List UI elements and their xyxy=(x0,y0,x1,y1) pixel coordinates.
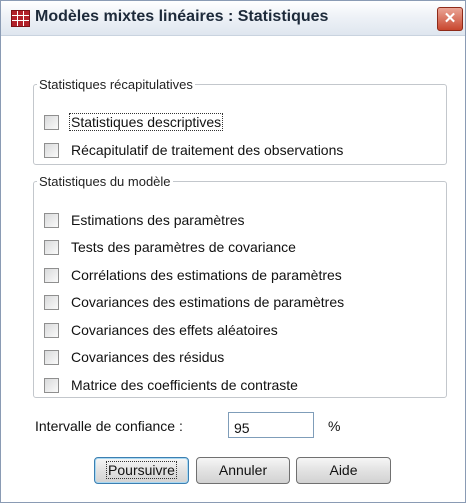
checkbox-icon[interactable] xyxy=(44,349,59,365)
model-statistics-group: Statistiques du modèle Estimations des p… xyxy=(33,174,447,398)
close-icon[interactable]: ✕ xyxy=(437,7,463,31)
contrast-coefficient-matrix-checkbox[interactable]: Matrice des coefficients de contraste xyxy=(44,375,299,395)
window-title: Modèles mixtes linéaires : Statistiques xyxy=(35,8,329,25)
continue-button-label: Poursuivre xyxy=(106,461,177,479)
continue-button[interactable]: Poursuivre xyxy=(94,457,189,484)
checkbox-label: Covariances des estimations de paramètre… xyxy=(71,294,345,310)
checkbox-label: Matrice des coefficients de contraste xyxy=(71,377,298,393)
summary-statistics-group: Statistiques récapitulatives Statistique… xyxy=(33,77,447,165)
checkbox-label: Statistiques descriptives xyxy=(68,113,224,131)
checkbox-label: Estimations des paramètres xyxy=(71,212,245,228)
checkbox-icon[interactable] xyxy=(44,239,59,255)
checkbox-label: Tests des paramètres de covariance xyxy=(71,239,296,255)
cancel-button[interactable]: Annuler xyxy=(196,457,290,484)
checkbox-label: Covariances des effets aléatoires xyxy=(71,322,278,338)
confidence-interval-input[interactable] xyxy=(228,412,314,438)
model-group-legend: Statistiques du modèle xyxy=(39,174,171,189)
cancel-button-label: Annuler xyxy=(218,462,268,478)
percent-unit: % xyxy=(328,418,341,434)
checkbox-icon[interactable] xyxy=(44,142,59,158)
parameter-estimates-checkbox[interactable]: Estimations des paramètres xyxy=(44,210,246,230)
random-effects-covariances-checkbox[interactable]: Covariances des effets aléatoires xyxy=(44,320,279,340)
covariance-parameter-tests-checkbox[interactable]: Tests des paramètres de covariance xyxy=(44,237,297,257)
dialog-body: Statistiques récapitulatives Statistique… xyxy=(1,36,465,502)
dialog-window: Modèles mixtes linéaires : Statistiques … xyxy=(0,0,466,503)
checkbox-icon[interactable] xyxy=(44,114,59,130)
checkbox-label: Corrélations des estimations de paramètr… xyxy=(71,267,342,283)
estimate-covariances-checkbox[interactable]: Covariances des estimations de paramètre… xyxy=(44,292,345,312)
case-processing-summary-checkbox[interactable]: Récapitulatif de traitement des observat… xyxy=(44,140,344,160)
checkbox-label: Récapitulatif de traitement des observat… xyxy=(71,142,344,158)
checkbox-icon[interactable] xyxy=(44,322,59,338)
summary-group-legend: Statistiques récapitulatives xyxy=(39,77,193,92)
residual-covariances-checkbox[interactable]: Covariances des résidus xyxy=(44,347,225,367)
checkbox-icon[interactable] xyxy=(44,212,59,228)
checkbox-icon[interactable] xyxy=(44,377,59,393)
checkbox-icon[interactable] xyxy=(44,267,59,283)
descriptive-statistics-checkbox[interactable]: Statistiques descriptives xyxy=(44,112,224,132)
estimate-correlations-checkbox[interactable]: Corrélations des estimations de paramètr… xyxy=(44,265,343,285)
help-button[interactable]: Aide xyxy=(296,457,391,484)
checkbox-label: Covariances des résidus xyxy=(71,349,225,365)
grid-app-icon xyxy=(11,10,30,27)
title-bar[interactable]: Modèles mixtes linéaires : Statistiques … xyxy=(1,1,465,36)
checkbox-icon[interactable] xyxy=(44,294,59,310)
help-button-label: Aide xyxy=(329,462,358,478)
confidence-interval-label: Intervalle de confiance : xyxy=(35,418,183,434)
